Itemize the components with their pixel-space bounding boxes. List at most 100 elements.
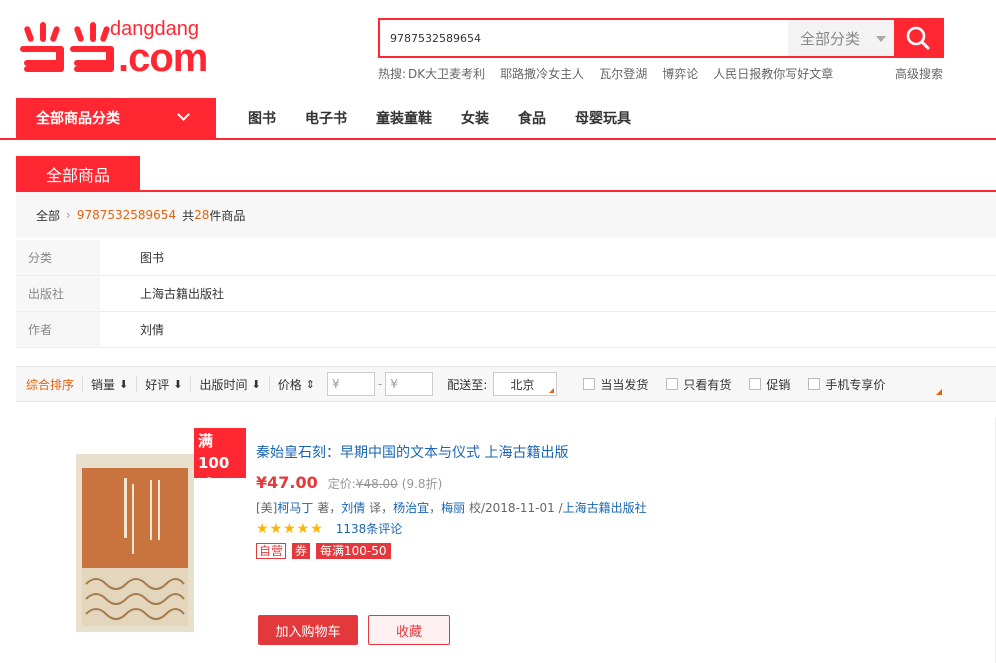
proofer-role: 校 [468, 501, 481, 515]
separator: ， [429, 501, 442, 515]
sort-price-label: 价格 [277, 377, 302, 392]
sort-reviews-label: 好评 [145, 377, 170, 392]
proofer-link[interactable]: 梅丽 [441, 501, 465, 515]
current-price: ¥47.00 [256, 473, 318, 492]
promo-badge: 满100 减50 [194, 428, 246, 494]
price-min-input[interactable]: ¥ [326, 372, 375, 396]
promo-line-2: 减50 [198, 476, 234, 494]
filter-row-author: 作者 刘倩 [16, 312, 996, 348]
corner-triangle-icon [936, 389, 942, 395]
author-link[interactable]: 柯马丁 [277, 501, 313, 515]
check-mobile-price[interactable]: 手机专享价 [808, 376, 885, 393]
tag-self-operated: 自营 [256, 543, 287, 559]
check-in-stock[interactable]: 只看有货 [666, 376, 731, 393]
product-rating: ★★★★★ 1138条评论 [256, 520, 402, 537]
ship-city-select[interactable]: 北京 [493, 372, 558, 396]
filter-row-publisher: 出版社 上海古籍出版社 [16, 276, 996, 312]
hot-search-item[interactable]: 人民日报教你写好文章 [713, 65, 833, 82]
list-price: ¥48.00 [355, 477, 398, 491]
breadcrumb-root[interactable]: 全部 [36, 207, 60, 224]
filter-value[interactable]: 刘倩 [100, 312, 164, 347]
search-input[interactable] [380, 20, 788, 56]
result-count-suffix: 件商品 [209, 208, 246, 223]
sort-updown-icon: ⇕ [305, 377, 315, 391]
search-button[interactable] [894, 20, 942, 56]
sort-reviews[interactable]: 好评 ⬇ [137, 376, 192, 392]
caret-down-icon [876, 36, 886, 42]
price-max-input[interactable]: ¥ [385, 372, 434, 396]
search-category-label: 全部分类 [800, 29, 861, 48]
discount: (9.8折) [401, 477, 443, 491]
filter-row-category: 分类 图书 [16, 240, 996, 276]
arrow-down-icon: ⬇ [173, 377, 183, 391]
advanced-search-link[interactable]: 高级搜索 [895, 65, 943, 82]
filter-label: 出版社 [16, 276, 100, 311]
nav-item-baby-toys[interactable]: 母婴玩具 [575, 108, 631, 128]
breadcrumb-keyword: 9787532589654 [76, 208, 177, 222]
nav-item-ebooks[interactable]: 电子书 [305, 108, 347, 128]
translator-role: 译， [369, 501, 394, 515]
proofer-link[interactable]: 杨治宜 [393, 501, 429, 515]
pub-date: /2018-11-01 / [480, 501, 563, 515]
search-category-select[interactable]: 全部分类 [788, 20, 894, 56]
ship-city: 北京 [510, 377, 535, 392]
dangdang-logo[interactable]: dangdang .com [18, 16, 218, 80]
sort-sales[interactable]: 销量 ⬇ [83, 376, 138, 392]
sort-pub-time[interactable]: 出版时间 ⬇ [191, 376, 270, 392]
hot-search-label: 热搜: [378, 67, 407, 81]
checkbox[interactable] [808, 378, 821, 390]
checkbox[interactable] [749, 378, 762, 390]
tag-promo: 每满100-50 [316, 543, 391, 559]
logo-domain: .com [118, 36, 208, 80]
filter-value[interactable]: 上海古籍出版社 [100, 276, 224, 311]
nav-item-food[interactable]: 食品 [518, 108, 546, 128]
price-dash: - [377, 377, 383, 391]
promo-line-1: 满100 [198, 432, 230, 472]
add-to-cart-button[interactable]: 加入购物车 [258, 615, 358, 645]
product-title[interactable]: 秦始皇石刻：早期中国的文本与仪式 上海古籍出版 [256, 442, 568, 462]
tag-coupon: 券 [292, 543, 311, 559]
review-count-link[interactable]: 1138条评论 [336, 520, 403, 537]
star-rating-icon: ★★★★★ [256, 520, 324, 537]
tab-all-products[interactable]: 全部商品 [16, 156, 140, 192]
nav-item-kids-clothing[interactable]: 童装童鞋 [376, 108, 432, 128]
filter-table: 分类 图书 出版社 上海古籍出版社 作者 刘倩 [16, 240, 996, 348]
filter-label: 分类 [16, 240, 100, 275]
result-count: 28 [194, 208, 210, 222]
search-box: 全部分类 [378, 18, 944, 58]
filter-label: 作者 [16, 312, 100, 347]
favorite-button[interactable]: 收藏 [368, 615, 450, 645]
hot-search-item[interactable]: 耶路撒冷女主人 [500, 65, 584, 82]
book-cover-image[interactable] [76, 454, 194, 632]
sort-price[interactable]: 价格 ⇕ [270, 376, 323, 392]
check-dangdang-ship[interactable]: 当当发货 [583, 376, 648, 393]
product-card: 满100 减50 秦始皇石刻：早期中国的文本与仪式 上海古籍出版 ¥47.00 … [16, 418, 996, 663]
check-promo[interactable]: 促销 [749, 376, 790, 393]
author-prefix: [美] [256, 501, 278, 515]
all-categories-menu[interactable]: 全部商品分类 [16, 98, 216, 138]
sort-bar: 综合排序 销量 ⬇ 好评 ⬇ 出版时间 ⬇ 价格 ⇕ ¥ - ¥ 配送至: 北京 当当发… [16, 366, 996, 402]
check-label: 只看有货 [683, 377, 732, 392]
list-price-label: 定价: [327, 477, 356, 491]
hot-search-item[interactable]: 博弈论 [662, 65, 698, 82]
price-max-placeholder: ¥ [390, 377, 398, 391]
filter-value[interactable]: 图书 [100, 240, 164, 275]
translator-link[interactable]: 刘倩 [341, 501, 365, 515]
nav-item-womens[interactable]: 女装 [461, 108, 489, 128]
sort-default[interactable]: 综合排序 [16, 376, 84, 392]
checkbox[interactable] [666, 378, 679, 390]
search-icon [906, 26, 930, 50]
publisher-link[interactable]: 上海古籍出版社 [563, 501, 647, 515]
arrow-down-icon: ⬇ [251, 377, 261, 391]
checkbox[interactable] [583, 378, 596, 390]
author-role: 著， [317, 501, 342, 515]
result-count-prefix: 共 [182, 208, 195, 223]
hot-search-item[interactable]: DK大卫麦考利 [408, 65, 485, 82]
chevron-down-icon [177, 108, 190, 121]
sort-sales-label: 销量 [91, 377, 116, 392]
hot-search-item[interactable]: 瓦尔登湖 [599, 65, 647, 82]
sort-default-label: 综合排序 [26, 377, 75, 392]
main-nav: 全部商品分类 图书 电子书 童装童鞋 女装 食品 母婴玩具 [0, 98, 996, 140]
nav-item-books[interactable]: 图书 [248, 108, 276, 128]
product-author-row: [美]柯马丁 著，刘倩 译，杨治宜，梅丽 校/2018-11-01 /上海古籍出… [256, 499, 647, 516]
